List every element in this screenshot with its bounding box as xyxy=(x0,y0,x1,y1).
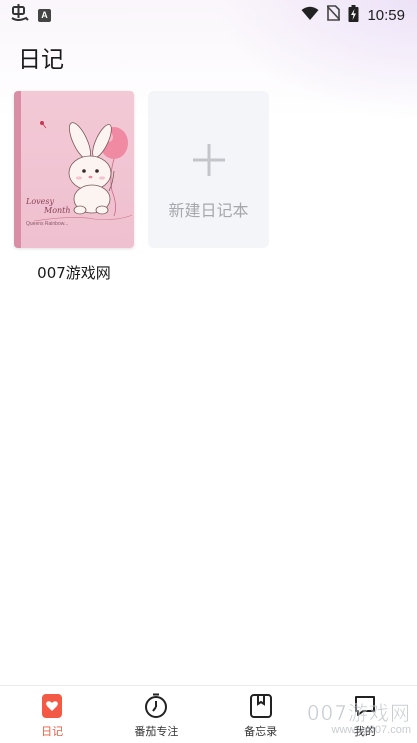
cover-text-line1: Lovesy xyxy=(26,197,55,206)
a-badge-icon: A xyxy=(38,8,51,22)
nav-item-pomodoro[interactable]: 番茄专注 xyxy=(104,686,208,743)
wifi-icon xyxy=(301,6,319,25)
plus-icon xyxy=(192,143,226,181)
nav-label-profile: 我的 xyxy=(353,725,376,738)
status-right: 10:59 xyxy=(301,4,405,26)
new-diary-button[interactable]: 新建日记本 xyxy=(148,91,269,248)
nav-item-profile[interactable]: 我的 xyxy=(313,686,417,743)
nav-label-diary: 日记 xyxy=(41,725,64,738)
nav-item-memo[interactable]: 备忘录 xyxy=(209,686,313,743)
stopwatch-icon xyxy=(143,693,169,719)
new-diary-label: 新建日记本 xyxy=(168,201,249,220)
cover-text-line2: Month xyxy=(44,206,71,215)
clock-time: 10:59 xyxy=(367,6,405,24)
bookmark-note-icon xyxy=(248,693,274,719)
cover-title: Lovesy Month xyxy=(26,197,71,215)
nav-label-pomodoro: 番茄专注 xyxy=(134,725,179,738)
nav-label-memo: 备忘录 xyxy=(244,725,278,738)
status-left: A xyxy=(10,4,51,26)
page-title: 日记 xyxy=(18,47,64,73)
bottom-nav: 日记 番茄专注 备忘录 我的 xyxy=(0,685,417,743)
nav-item-diary[interactable]: 日记 xyxy=(0,686,104,743)
a-badge-letter: A xyxy=(41,10,48,20)
diary-cover[interactable]: Lovesy Month Queens Rainbow... xyxy=(14,91,134,248)
battery-charging-icon xyxy=(348,4,359,26)
no-sim-icon xyxy=(326,5,342,25)
diary-name[interactable]: 007游戏网 xyxy=(14,262,134,283)
profile-chat-icon xyxy=(352,693,378,719)
cover-subtitle: Queens Rainbow... xyxy=(26,221,69,227)
app-screen: A 10:59 日记 Lovesy Month Queens Rainbow..… xyxy=(0,0,417,743)
diary-heart-icon xyxy=(39,693,65,719)
app-notification-icon xyxy=(10,4,30,26)
status-bar: A 10:59 xyxy=(0,0,417,30)
